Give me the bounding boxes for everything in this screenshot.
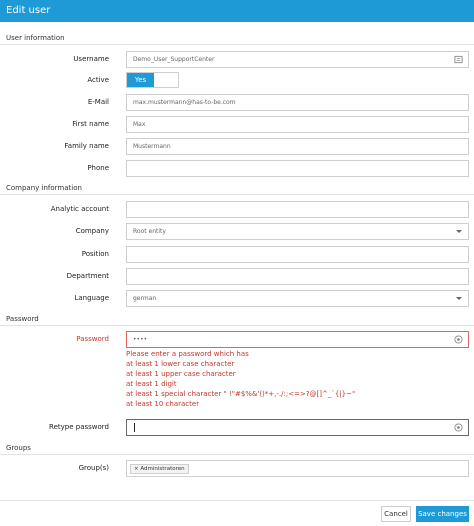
email-value: max.mustermann@has-to-be.com — [133, 99, 236, 106]
company-value: Root entity — [133, 228, 166, 235]
analytic-account-field[interactable] — [126, 201, 469, 218]
family-name-value: Mustermann — [133, 143, 171, 150]
cancel-button[interactable]: Cancel — [381, 506, 411, 522]
password-value: •••• — [133, 336, 148, 343]
analytic-account-label: Analytic account — [50, 205, 109, 213]
position-label: Position — [81, 250, 109, 258]
username-label: Username — [73, 55, 109, 63]
chevron-down-icon[interactable] — [456, 230, 462, 233]
id-card-icon[interactable] — [454, 55, 463, 64]
username-value: Demo_User_SupportCenter — [133, 56, 215, 63]
department-field[interactable] — [126, 268, 469, 285]
family-name-label: Family name — [64, 142, 109, 150]
email-label: E-Mail — [87, 98, 109, 106]
phone-label: Phone — [87, 164, 109, 172]
groups-label: Group(s) — [78, 464, 109, 472]
company-label: Company — [75, 227, 109, 235]
phone-field[interactable] — [126, 160, 469, 177]
save-changes-button[interactable]: Save changes — [416, 506, 469, 522]
group-tag-administratoren[interactable]: × Administratoren — [130, 464, 189, 474]
groups-field[interactable]: × Administratoren — [126, 460, 469, 477]
active-label: Active — [87, 76, 109, 84]
username-field[interactable]: Demo_User_SupportCenter — [126, 51, 469, 68]
company-select[interactable]: Root entity — [126, 223, 469, 240]
active-toggle[interactable]: Yes — [126, 72, 179, 88]
section-user-information: User information — [0, 32, 474, 45]
password-error-line: at least 1 lower case character — [126, 360, 235, 368]
password-label: Password — [76, 335, 109, 343]
password-error-line: at least 10 character — [126, 400, 200, 408]
password-error-line: at least 1 special character " !"#$%&'()… — [126, 390, 356, 398]
password-error-line: at least 1 digit — [126, 380, 177, 388]
position-field[interactable] — [126, 246, 469, 263]
section-company-information: Company information — [0, 182, 474, 195]
password-error-line: Please enter a password which has — [126, 350, 249, 358]
chevron-down-icon[interactable] — [456, 297, 462, 300]
section-password: Password — [0, 313, 474, 326]
password-field[interactable]: •••• — [126, 331, 469, 348]
family-name-field[interactable]: Mustermann — [126, 138, 469, 155]
active-toggle-yes[interactable]: Yes — [127, 73, 154, 87]
first-name-label: First name — [72, 120, 109, 128]
password-error-line: at least 1 upper case character — [126, 370, 236, 378]
text-cursor — [134, 423, 135, 432]
language-label: Language — [74, 294, 109, 302]
email-field[interactable]: max.mustermann@has-to-be.com — [126, 94, 469, 111]
eye-icon[interactable] — [454, 423, 463, 432]
password-error-list: Please enter a password which has at lea… — [126, 349, 466, 409]
first-name-value: Max — [133, 121, 146, 128]
retype-password-field[interactable] — [126, 419, 469, 436]
dialog-title: Edit user — [0, 0, 474, 22]
retype-password-label: Retype password — [49, 423, 109, 431]
language-value: german — [133, 295, 157, 302]
footer-divider — [0, 500, 474, 501]
department-label: Department — [66, 272, 109, 280]
first-name-field[interactable]: Max — [126, 116, 469, 133]
language-select[interactable]: german — [126, 290, 469, 307]
eye-icon[interactable] — [454, 335, 463, 344]
section-groups: Groups — [0, 442, 474, 455]
